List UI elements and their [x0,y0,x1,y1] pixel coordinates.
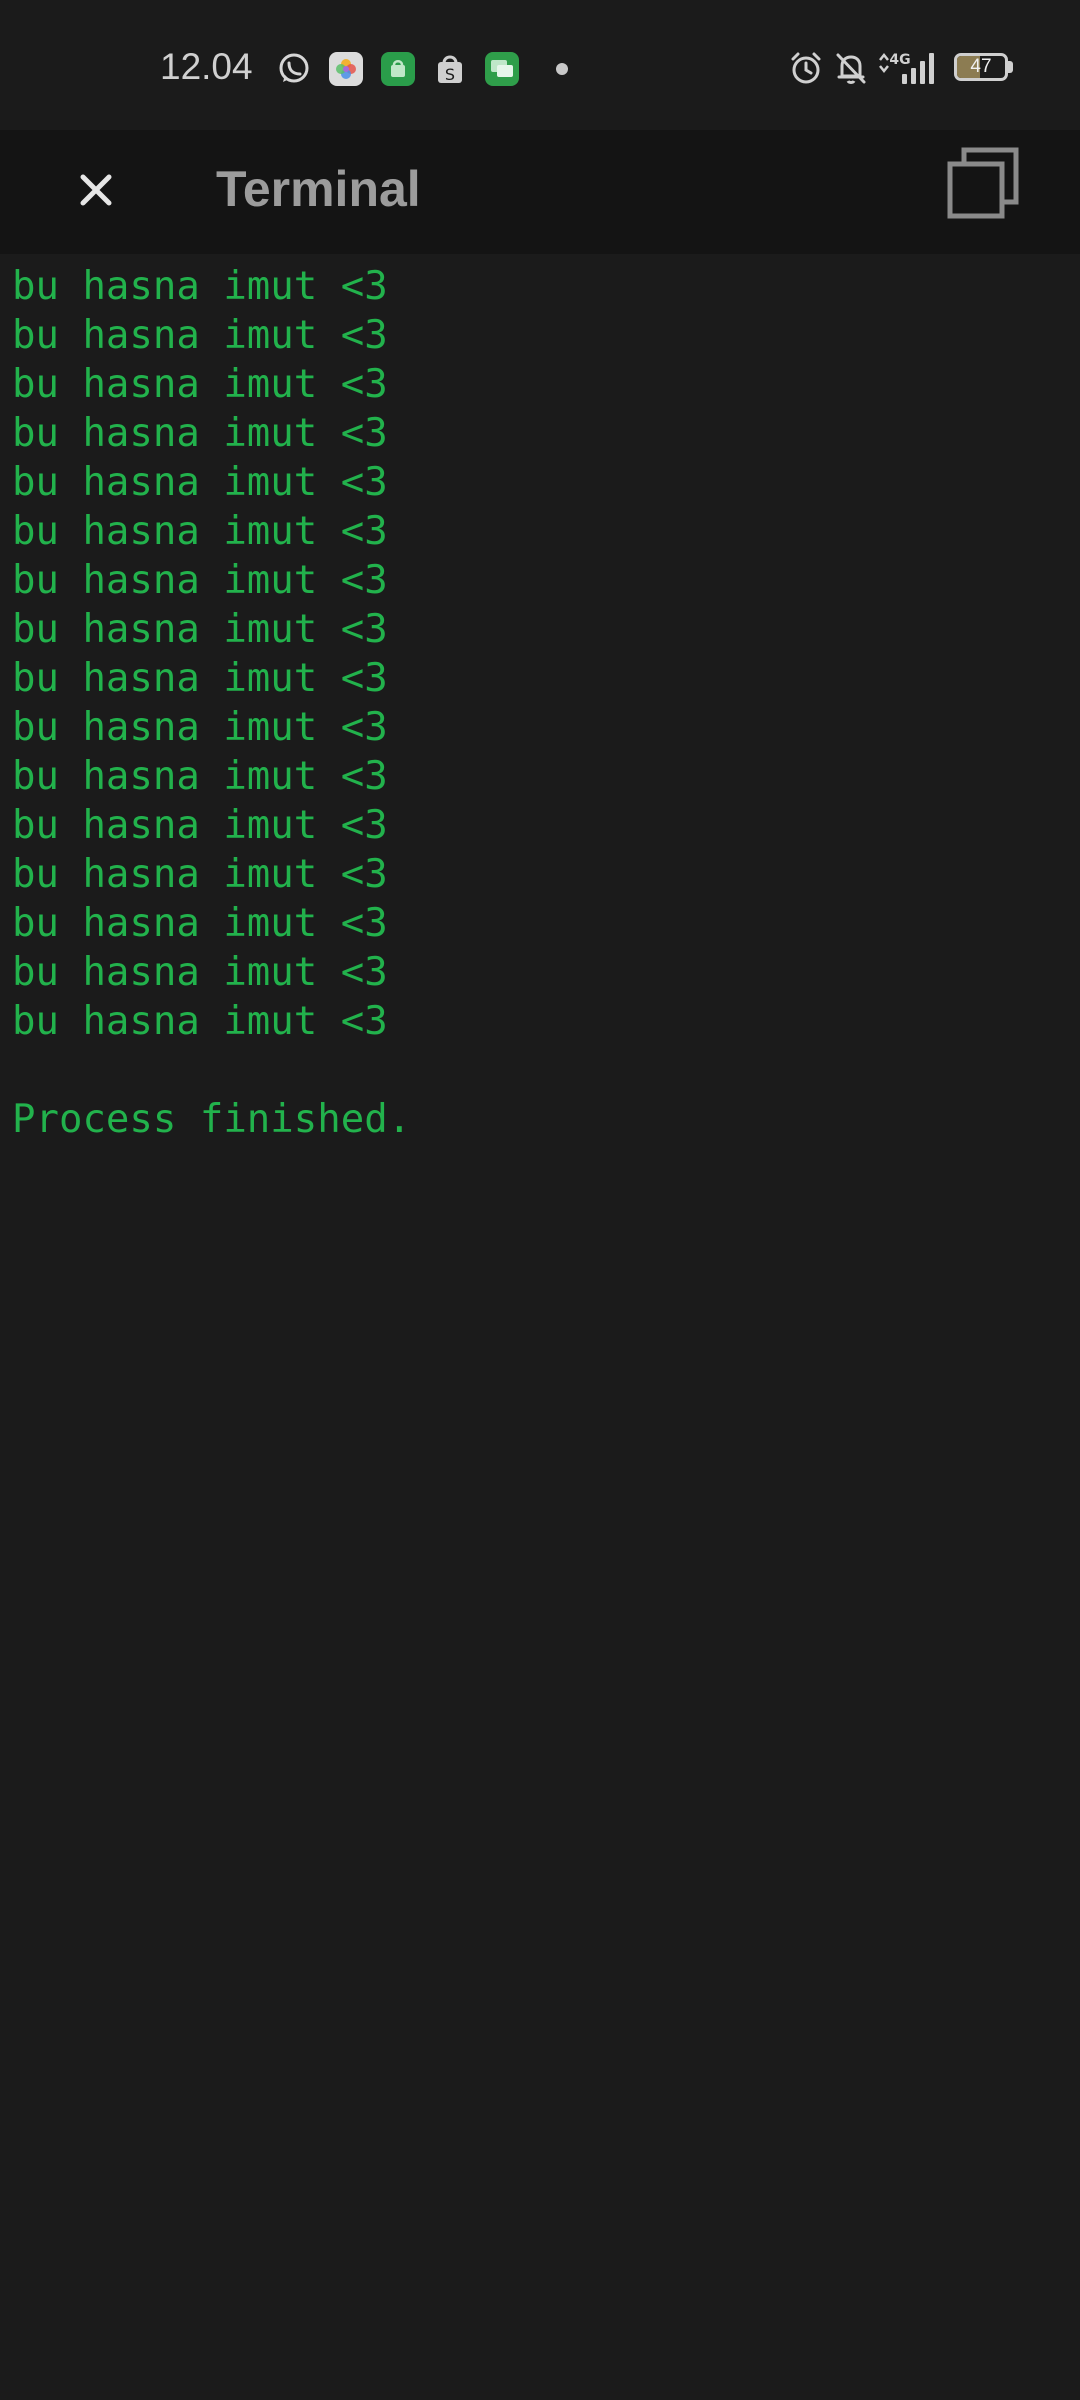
terminal-line: bu hasna imut <3 [12,509,388,554]
terminal-line: bu hasna imut <3 [12,313,388,358]
status-time: 12.04 [160,46,253,87]
battery-tip [1008,61,1013,73]
process-status: Process finished. [12,1097,412,1142]
photos-icon [329,52,363,86]
alarm-icon [791,52,821,84]
more-notifications-dot [556,63,568,75]
whatsapp-icon [277,52,311,86]
terminal-line: bu hasna imut <3 [12,754,388,799]
terminal-line: bu hasna imut <3 [12,264,388,309]
terminal-line: bu hasna imut <3 [12,803,388,848]
signal-icon [902,53,934,84]
app-bar: Terminal [0,130,1080,254]
terminal-line: bu hasna imut <3 [12,460,388,505]
close-button[interactable] [66,160,126,220]
chat-icon [485,52,519,86]
copy-icon [947,147,1019,219]
page-title: Terminal [216,161,421,217]
battery-level: 47 [970,56,992,77]
terminal-line: bu hasna imut <3 [12,656,388,701]
terminal-line: bu hasna imut <3 [12,362,388,407]
terminal-output[interactable]: bu hasna imut <3 bu hasna imut <3 bu has… [0,254,1080,2400]
terminal-line: bu hasna imut <3 [12,901,388,946]
terminal-line: bu hasna imut <3 [12,999,388,1044]
terminal-line: bu hasna imut <3 [12,607,388,652]
terminal-line: bu hasna imut <3 [12,558,388,603]
terminal-line: bu hasna imut <3 [12,950,388,995]
terminal-line: bu hasna imut <3 [12,411,388,456]
close-icon [80,174,112,206]
status-bar: 12.04 S 4G 47 [0,0,1080,130]
battery-icon: 47 [954,53,1008,81]
shopping-bag-icon: S [433,52,467,86]
svg-text:S: S [445,65,455,84]
android-store-icon [381,52,415,86]
copy-button[interactable] [942,144,1022,224]
terminal-line: bu hasna imut <3 [12,705,388,750]
terminal-line: bu hasna imut <3 [12,852,388,897]
bell-off-icon [836,53,866,84]
